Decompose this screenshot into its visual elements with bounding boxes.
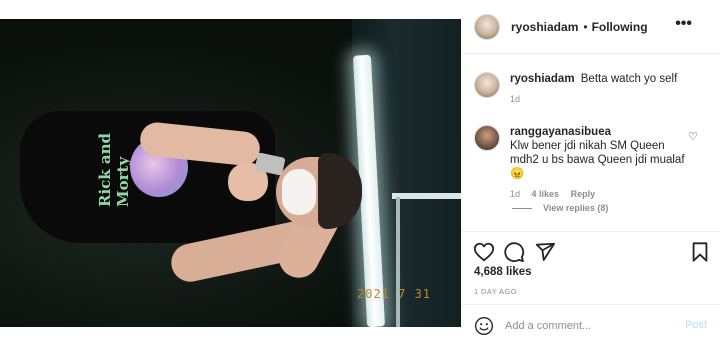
comment-meta: 1d 4 likes Reply	[510, 189, 690, 199]
post-button[interactable]: Post	[685, 319, 707, 331]
comment-text: ryoshiadam Betta watch yo self	[510, 72, 690, 86]
comment-meta: 1d	[510, 94, 690, 104]
comments-list: ryoshiadam Betta watch yo self 1d rangga…	[461, 54, 720, 230]
view-replies-label: View replies (8)	[543, 203, 609, 213]
comment-likes[interactable]: 4 likes	[532, 189, 560, 199]
heart-icon[interactable]	[473, 241, 495, 263]
comment-input[interactable]	[505, 319, 665, 332]
comment-message: Betta watch yo self	[580, 73, 678, 85]
comment-text: ranggayanasibuea Klw bener jdi nikah SM …	[510, 125, 690, 181]
likes-count[interactable]: 4,688 likes	[474, 266, 532, 278]
comment-time[interactable]: 1d	[510, 94, 520, 104]
divider	[512, 207, 532, 209]
post-timestamp[interactable]: 1 DAY AGO	[474, 287, 517, 296]
avatar[interactable]	[474, 13, 500, 40]
comment-body: ryoshiadam Betta watch yo self 1d	[510, 72, 690, 104]
comment-time[interactable]: 1d	[510, 189, 520, 199]
add-comment-bar: Post	[461, 304, 720, 346]
more-horizontal-icon[interactable]: •••	[675, 15, 692, 33]
following-button[interactable]: Following	[592, 20, 648, 34]
header-separator: •	[583, 19, 588, 34]
photo-rail-post	[396, 197, 400, 327]
photo-face-mask	[282, 169, 316, 215]
comment-icon[interactable]	[503, 241, 525, 263]
comment-body: ranggayanasibuea Klw bener jdi nikah SM …	[510, 125, 690, 199]
comment-message: Klw bener jdi nikah SM Queen mdh2 u bs b…	[510, 140, 685, 180]
list-item: ranggayanasibuea Klw bener jdi nikah SM …	[474, 125, 690, 199]
header-username[interactable]: ryoshiadam	[511, 20, 578, 34]
bookmark-icon[interactable]	[689, 241, 711, 263]
photo-rail	[392, 193, 461, 199]
post-image[interactable]: Rick and Morty 2021 7 31	[0, 19, 461, 327]
post-actions: 4,688 likes 1 DAY AGO	[461, 231, 720, 304]
caption-comment: ryoshiadam Betta watch yo self 1d	[474, 72, 690, 104]
avatar[interactable]	[474, 72, 500, 98]
post-header: ryoshiadam • Following •••	[461, 0, 720, 54]
emoji-icon[interactable]	[474, 316, 494, 336]
heart-icon[interactable]: ♡	[688, 130, 698, 143]
photo-date-stamp: 2021 7 31	[357, 287, 432, 301]
share-icon[interactable]	[534, 241, 556, 263]
reply-button[interactable]: Reply	[571, 189, 596, 199]
comment-username[interactable]: ranggayanasibuea	[510, 126, 611, 138]
avatar[interactable]	[474, 125, 500, 151]
post-side-panel: ryoshiadam • Following ••• ryoshiadam Be…	[461, 0, 720, 346]
comment-username[interactable]: ryoshiadam	[510, 73, 575, 85]
view-replies-button[interactable]: View replies (8)	[512, 203, 608, 213]
